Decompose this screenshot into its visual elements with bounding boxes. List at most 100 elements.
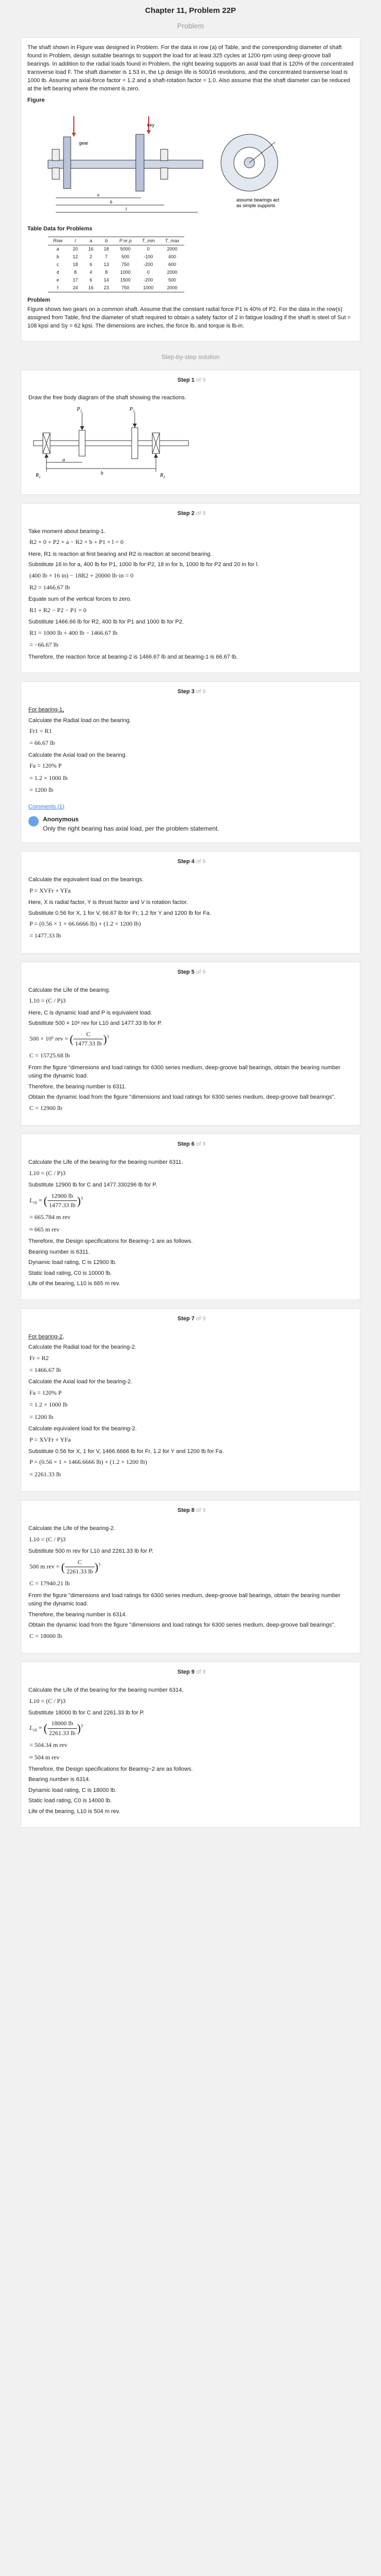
fbd-r2-label: R2 (160, 473, 165, 479)
step-text: Calculate the Life of the bearing for th… (28, 1159, 183, 1166)
table-cell: c (56, 261, 59, 267)
free-body-diagram: P1 P2 R1 R2 a b (33, 407, 189, 479)
step-text: Substitute 0.56 for X, 1 for V, 66.67 lb… (28, 910, 211, 916)
table-cell: 7 (105, 254, 108, 259)
equation: L10 = (18000 lb 2261.33 lb)3 (29, 1720, 83, 1737)
step-text: Substitute 500 × 10⁶ rev for L10 and 147… (28, 1020, 163, 1027)
step-text: From the figure "dimensions and load rat… (28, 1592, 341, 1607)
table-cell: 0 (147, 246, 150, 252)
key-label: key (147, 122, 155, 128)
table-cell: 600 (168, 261, 177, 267)
equation: R2 × 0 + P2 × a − R2 × b + P1 × l = 0 (29, 538, 124, 546)
step-text: Static load rating, C0 is 10000 lb. (28, 1270, 112, 1276)
step-title: Step 6 of 9 (177, 1141, 206, 1148)
problem-card: The shaft shown in Figure was designed i… (21, 37, 360, 341)
table-row: d 8 4 8 1000 0 2000 (48, 269, 184, 276)
table-row: f 24 16 23 750 1000 2000 (48, 284, 185, 292)
fbd-gear-left (78, 430, 86, 457)
table-cell: 2000 (167, 269, 178, 275)
step-6: Step 6 of 9 Calculate the Life of the be… (21, 1134, 360, 1300)
equation: L10 = (C / P)3 (29, 1535, 66, 1543)
equation: C = 15725.68 lb (29, 1052, 70, 1059)
equation: Fr = R2 (29, 1354, 49, 1362)
step-text: Here, X is radial factor, Y is thrust fa… (28, 899, 188, 906)
equation: P = XVFr + YFa (29, 886, 71, 894)
table-cell: 12 (73, 254, 78, 259)
step-title: Step 4 of 9 (177, 858, 206, 865)
comment-author: Anonymous (43, 816, 79, 823)
fbd-gear-right (131, 427, 138, 459)
step-heading: For bearing-2, (28, 1333, 65, 1340)
table-cell: 16 (88, 246, 94, 252)
step-9: Step 9 of 9 Calculate the Life of the be… (21, 1662, 360, 1828)
step-text: Static load rating, C0 is 14000 lb. (28, 1798, 112, 1804)
equation: ≈ 504 m rev (29, 1753, 60, 1761)
page: Chapter 11, Problem 22P Problem The shaf… (0, 0, 381, 1846)
comment-body: Only the right bearing has axial load, p… (43, 824, 219, 832)
table-cell: f (48, 284, 68, 292)
step-text: Substitute 12900 lb for C and 1477.33029… (28, 1182, 157, 1189)
step-text: Dynamic load rating, C is 18000 lb. (28, 1787, 117, 1793)
table-cell: 6 (89, 277, 92, 283)
step-text: Obtain the dynamic load from the figure … (28, 1094, 336, 1101)
table-row: a 20 16 18 5000 0 2000 (48, 245, 184, 253)
table-cell: 500 (121, 254, 130, 259)
step-by-step-heading: Step-by-step solution (161, 353, 220, 361)
step-text: Calculate equivalent load for the bearin… (28, 1426, 137, 1432)
gear-right (135, 134, 145, 192)
step-text: Obtain the dynamic load from the figure … (28, 1622, 336, 1629)
table-cell: 20 (73, 246, 78, 252)
equation: = 1477.33 lb (29, 932, 61, 940)
step-text: Calculate the equivalent load on the bea… (28, 877, 144, 883)
step-text: Dynamic load rating, C is 12900 lb. (28, 1259, 117, 1266)
equation: R1 + R2 − P2 − P1 = 0 (29, 606, 87, 614)
equation: = 1200 lb (29, 786, 54, 794)
table-cell: -200 (144, 261, 153, 267)
step-text: Equate sum of the vertical forces to zer… (28, 596, 132, 603)
force-arrow-left-head (72, 132, 76, 137)
equation: P = (0.56 × 1 × 66.6666 lb) + (1.2 × 120… (29, 920, 141, 928)
table-cell: -100 (144, 254, 153, 259)
step-title: Step 5 of 9 (177, 969, 206, 975)
table-cell: -200 (144, 277, 153, 283)
bearing-left-top (52, 149, 60, 161)
table-cell: 0 (147, 269, 150, 275)
table-cell: 16 (83, 284, 99, 292)
step-text: Calculate the Life of the bearing. (28, 987, 110, 993)
equation: = 1.2 × 1000 lb (29, 774, 68, 782)
gear-left (63, 136, 71, 189)
table-cell: 750 (114, 284, 137, 292)
step-7: Step 7 of 9 For bearing-2, Calculate the… (21, 1308, 360, 1492)
table-cell: 23 (99, 284, 115, 292)
note-line1: assume bearings act (236, 197, 280, 202)
comments-link[interactable]: Comments (1) (28, 803, 65, 811)
table-cell: 750 (121, 261, 130, 267)
table-cell: 1500 (120, 277, 131, 283)
table-header: a (83, 236, 99, 245)
shaft-body (47, 160, 203, 169)
table-label: Table Data for Problems (27, 225, 92, 232)
table-row: b 12 2 7 500 -100 400 (48, 253, 184, 261)
equation: R2 = 1466.67 lb (29, 584, 70, 591)
subproblem-label: Problem (27, 296, 51, 303)
dim-l-label: l (125, 207, 127, 212)
shaft-figure: a b l gear key assume bearings act as si… (27, 106, 306, 222)
dim-b-label: b (110, 199, 113, 205)
step-text: Here, C is dynamic load and P is equival… (28, 1009, 152, 1016)
step-text: Life of the bearing, L10 is 665 m rev. (28, 1281, 120, 1287)
table-header: T_max (160, 236, 185, 245)
equation: C = 12900 lb (29, 1104, 62, 1112)
step-text: Therefore, the bearing number is 6311. (28, 1083, 126, 1090)
table-cell: 14 (104, 277, 109, 283)
data-table: Row l a b P or p T_min T_max a 20 16 18 5000… (48, 236, 185, 292)
step-text: Calculate the Life of the bearing for th… (28, 1687, 184, 1693)
equation: (400 lb × 16 in) − 18R2 + 20000 lb·in = … (29, 571, 134, 579)
equation: = 1.2 × 1000 lb (29, 1401, 68, 1409)
equation: 500 × 10⁶ rev = (C 1477.33 lb)3 (29, 1030, 109, 1048)
step-title: Step 7 of 9 (177, 1315, 206, 1322)
step-heading: For bearing-1, (28, 707, 65, 713)
step-1: Step 1 of 9 Draw the free body diagram o… (21, 370, 360, 495)
equation: R1 = 1000 lb + 400 lb − 1466.67 lb (29, 629, 118, 636)
table-cell: 400 (168, 254, 177, 259)
step-text: Therefore, the Design specifications for… (28, 1766, 193, 1772)
